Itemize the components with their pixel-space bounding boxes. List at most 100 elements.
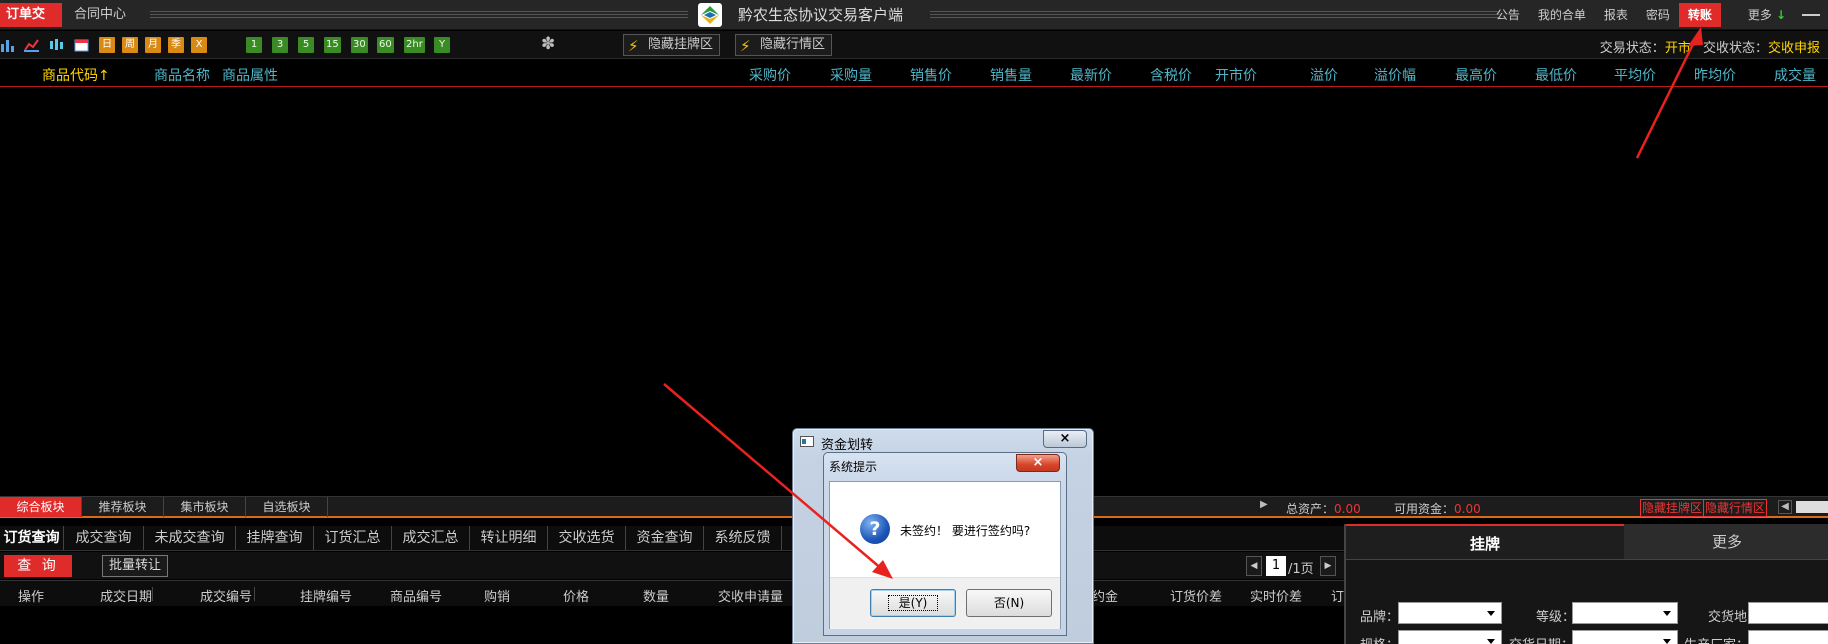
hide-market-area-button[interactable]: ⚡ 隐藏行情区 (735, 34, 833, 56)
hide-listing-mini-button[interactable]: 隐藏挂牌区 (1640, 499, 1705, 517)
prompt-message: 未签约！ 要进行签约吗? (900, 524, 1031, 538)
period-week[interactable]: 周 (122, 37, 138, 53)
period-year[interactable]: Y (434, 37, 450, 53)
qcol-deal-date[interactable]: 成交日期 (100, 586, 152, 605)
qcol-order-spread[interactable]: 订货价差 (1170, 586, 1222, 605)
qcol-quantity[interactable]: 数量 (643, 586, 669, 605)
col-latest-price[interactable]: 最新价 (1070, 65, 1112, 85)
bar-chart-icon[interactable] (0, 38, 15, 52)
nav-more[interactable]: 更多 (1739, 3, 1781, 27)
qcol-delivery-apply-qty[interactable]: 交收申请量 (718, 586, 783, 605)
tab-pending-query[interactable]: 未成交查询 (144, 526, 236, 550)
period-1min[interactable]: 1 (246, 37, 262, 53)
qcol-action[interactable]: 操作 (18, 586, 44, 605)
qcol-deal-no[interactable]: 成交编号 (200, 586, 252, 605)
tab-delivery-selection[interactable]: 交收选货 (548, 526, 626, 550)
tab-listing-query[interactable]: 挂牌查询 (236, 526, 314, 550)
tab-transfer-details[interactable]: 转让明细 (470, 526, 548, 550)
col-product-code[interactable]: 商品代码↑ (42, 65, 110, 85)
col-avg-price[interactable]: 平均价 (1614, 65, 1656, 85)
tab-listing[interactable]: 挂牌 (1346, 524, 1624, 560)
col-open-price[interactable]: 开市价 (1215, 65, 1257, 85)
col-buy-qty[interactable]: 采购量 (830, 65, 872, 85)
delivery-place-input[interactable] (1748, 602, 1828, 624)
page-number-input[interactable]: 1 (1266, 556, 1286, 576)
tab-order-query[interactable]: 订货查询 (0, 526, 64, 550)
nav-reports[interactable]: 报表 (1595, 3, 1637, 27)
period-60min[interactable]: 60 (377, 37, 394, 53)
spec-select[interactable] (1398, 630, 1502, 644)
nav-my-orders[interactable]: 我的合单 (1529, 3, 1595, 27)
board-tab-favorites[interactable]: 自选板块 (246, 497, 328, 517)
col-sell-price[interactable]: 销售价 (910, 65, 952, 85)
period-30min[interactable]: 30 (351, 37, 368, 53)
tab-more[interactable]: 更多 (1624, 524, 1828, 560)
col-premium-rate[interactable]: 溢价幅 (1374, 65, 1416, 85)
board-scrollbar[interactable] (1796, 501, 1828, 513)
close-icon[interactable]: × (1016, 454, 1060, 472)
period-5min[interactable]: 5 (298, 37, 314, 53)
period-3min[interactable]: 3 (272, 37, 288, 53)
period-day[interactable]: 日 (99, 37, 115, 53)
period-x[interactable]: X (191, 37, 207, 53)
candlestick-icon[interactable] (48, 38, 63, 52)
qcol-product-no[interactable]: 商品编号 (390, 586, 442, 605)
manufacturer-input[interactable] (1748, 630, 1828, 644)
col-volume[interactable]: 成交量 (1774, 65, 1816, 85)
col-premium[interactable]: 溢价 (1310, 65, 1338, 85)
hide-market-mini-button[interactable]: 隐藏行情区 (1703, 499, 1768, 517)
col-prev-avg-price[interactable]: 昨均价 (1694, 65, 1736, 85)
delivery-date-select[interactable] (1572, 630, 1678, 644)
board-tab-recommended[interactable]: 推荐板块 (82, 497, 164, 517)
tab-deal-query[interactable]: 成交查询 (64, 526, 144, 550)
tab-funds-query[interactable]: 资金查询 (626, 526, 704, 550)
line-chart-icon[interactable] (24, 38, 39, 52)
tab-system-feedback[interactable]: 系统反馈 (704, 526, 782, 550)
col-buy-price[interactable]: 采购价 (749, 65, 791, 85)
col-sell-qty[interactable]: 销售量 (990, 65, 1032, 85)
period-15min[interactable]: 15 (324, 37, 341, 53)
period-quarter[interactable]: 季 (168, 37, 184, 53)
col-product-name[interactable]: 商品名称 (154, 65, 210, 85)
period-2hr[interactable]: 2hr (404, 37, 425, 53)
qcol-buy-sell[interactable]: 购销 (484, 586, 510, 605)
yes-button[interactable]: 是(Y) (870, 589, 956, 617)
qcol-more[interactable]: 订 (1331, 586, 1344, 605)
col-tax-price[interactable]: 含税价 (1150, 65, 1192, 85)
grade-select[interactable] (1572, 602, 1678, 624)
tab-order-summary[interactable]: 订货汇总 (314, 526, 392, 550)
tab-deal-summary[interactable]: 成交汇总 (392, 526, 470, 550)
board-tab-composite[interactable]: 综合板块 (0, 497, 82, 517)
col-product-attr[interactable]: 商品属性 (222, 65, 278, 85)
nav-announcement[interactable]: 公告 (1487, 3, 1529, 27)
tab-order-trading[interactable]: 订单交易 (0, 3, 62, 46)
hide-listing-area-button[interactable]: ⚡ 隐藏挂牌区 (623, 34, 721, 56)
qcol-listing-no[interactable]: 挂牌编号 (300, 586, 352, 605)
query-button[interactable]: 查 询 (4, 555, 72, 577)
batch-transfer-button[interactable]: 批量转让 (102, 555, 169, 577)
top-nav: 公告 我的合单 报表 密码 转账 更多 ↓ (1487, 3, 1828, 27)
close-icon[interactable]: × (1043, 430, 1087, 448)
scroll-left-icon[interactable]: ◀ (1778, 500, 1792, 514)
settings-gear-icon[interactable]: ✽ (541, 36, 555, 53)
qcol-deposit[interactable]: 约金 (1092, 586, 1118, 605)
title-bar: 订单交易 合同中心 黔农生态协议交易客户端 公告 我的合单 报表 密码 转账 更… (0, 0, 1828, 46)
col-high-price[interactable]: 最高价 (1455, 65, 1497, 85)
scroll-right-icon[interactable]: ▶ (1260, 499, 1268, 510)
nav-transfer[interactable]: 转账 (1678, 3, 1721, 27)
next-page-icon[interactable]: ▶ (1320, 556, 1336, 576)
col-low-price[interactable]: 最低价 (1535, 65, 1577, 85)
qcol-price[interactable]: 价格 (563, 586, 589, 605)
qcol-realtime-spread[interactable]: 实时价差 (1250, 586, 1302, 605)
system-prompt-content: ? 未签约！ 要进行签约吗? 是(Y) 否(N) (829, 481, 1061, 629)
brand-select[interactable] (1398, 602, 1502, 624)
period-month[interactable]: 月 (145, 37, 161, 53)
board-tab-market[interactable]: 集市板块 (164, 497, 246, 517)
prev-page-icon[interactable]: ◀ (1246, 556, 1262, 576)
nav-password[interactable]: 密码 (1637, 3, 1679, 27)
calendar-icon[interactable] (74, 38, 89, 52)
chevron-down-icon (1487, 639, 1495, 644)
no-button[interactable]: 否(N) (966, 589, 1052, 617)
minimize-icon[interactable] (1802, 14, 1820, 16)
tab-contract-center[interactable]: 合同中心 (68, 3, 132, 27)
